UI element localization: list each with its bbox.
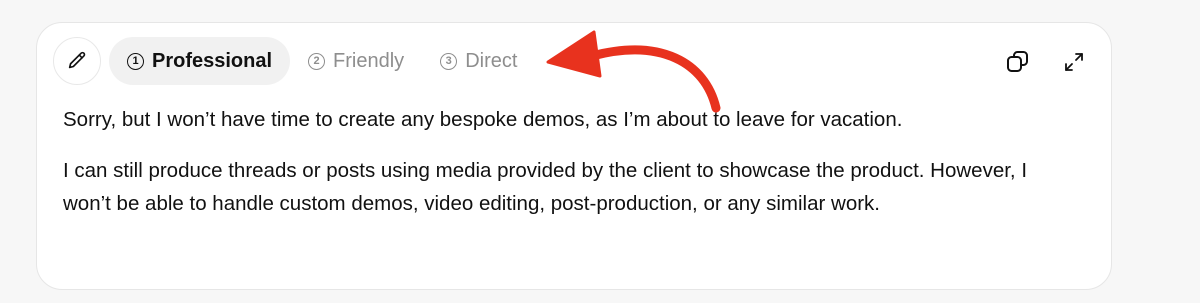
- tone-toolbar: 1 Professional 2 Friendly 3 Direct: [53, 37, 535, 85]
- expand-button[interactable]: [1059, 47, 1089, 77]
- rewritten-text: Sorry, but I won’t have time to create a…: [63, 103, 1073, 238]
- tab-friendly[interactable]: 2 Friendly: [290, 37, 422, 85]
- rewrite-card: 1 Professional 2 Friendly 3 Direct Sorry…: [36, 22, 1112, 290]
- tab-label: Friendly: [333, 49, 405, 72]
- paragraph-2: I can still produce threads or posts usi…: [63, 159, 1028, 215]
- tab-label: Direct: [465, 49, 518, 72]
- paragraph-1: Sorry, but I won’t have time to create a…: [63, 108, 903, 131]
- tab-direct[interactable]: 3 Direct: [422, 37, 535, 85]
- expand-icon: [1065, 53, 1083, 71]
- number-2-icon: 2: [308, 52, 326, 70]
- tab-label: Professional: [152, 49, 273, 72]
- copy-button[interactable]: [1003, 47, 1033, 77]
- tab-professional[interactable]: 1 Professional: [109, 37, 291, 85]
- pencil-icon: [68, 51, 86, 69]
- copy-icon: [1007, 51, 1028, 72]
- edit-button[interactable]: [53, 37, 101, 85]
- number-1-icon: 1: [127, 52, 144, 70]
- number-3-icon: 3: [440, 52, 458, 70]
- card-actions: [1003, 47, 1089, 77]
